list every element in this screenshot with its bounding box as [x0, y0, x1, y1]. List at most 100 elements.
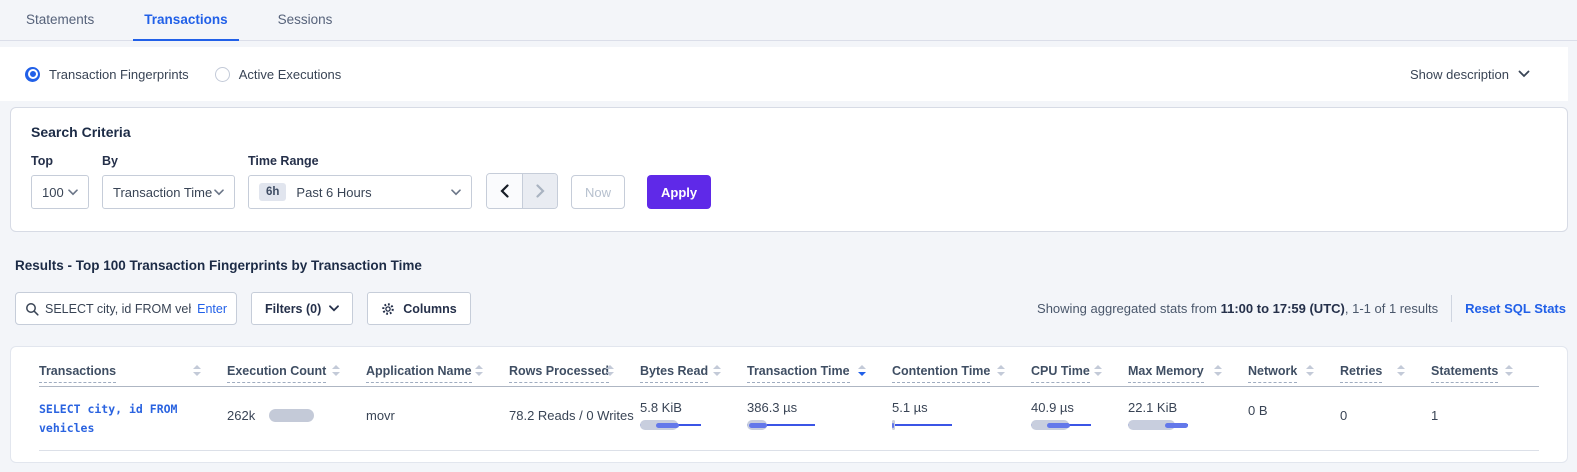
cell-cpu-time: 40.9 µs [1031, 387, 1128, 451]
time-range-select[interactable]: 6h Past 6 Hours [248, 175, 472, 209]
column-header-cpu-time[interactable]: CPU Time [1031, 347, 1128, 387]
sort-icon[interactable] [858, 365, 866, 376]
sort-icon[interactable] [1397, 365, 1405, 376]
search-criteria-title: Search Criteria [31, 124, 1547, 140]
results-toolbar: Enter Filters (0) Columns Showing aggreg… [15, 292, 1568, 325]
column-header-application-name[interactable]: Application Name [366, 347, 509, 387]
column-label: Bytes Read [640, 364, 708, 383]
max-memory-bar [1128, 420, 1200, 430]
sort-icon[interactable] [1505, 365, 1513, 376]
radio-label: Active Executions [239, 67, 342, 82]
column-header-transaction-time[interactable]: Transaction Time [747, 347, 892, 387]
column-label: Network [1248, 364, 1297, 383]
cell-transaction: SELECT city, id FROM vehicles [39, 387, 227, 451]
sort-icon[interactable] [997, 365, 1005, 376]
time-range-nav [486, 173, 558, 209]
search-input[interactable] [45, 302, 191, 316]
bytes-read-bar [640, 420, 712, 430]
column-header-bytes-read[interactable]: Bytes Read [640, 347, 747, 387]
sort-icon[interactable] [193, 365, 201, 376]
radio-icon [25, 67, 40, 82]
divider [1451, 295, 1452, 322]
table-header-row: Transactions Execution Count Application… [39, 347, 1539, 387]
cell-bytes-read: 5.8 KiB [640, 387, 747, 451]
column-header-contention-time[interactable]: Contention Time [892, 347, 1031, 387]
column-header-statements[interactable]: Statements [1431, 347, 1539, 387]
cell-statements: 1 [1431, 387, 1539, 451]
search-enter-hint[interactable]: Enter [197, 302, 227, 316]
column-label: Max Memory [1128, 364, 1204, 383]
sort-icon[interactable] [332, 365, 340, 376]
tab-sessions[interactable]: Sessions [267, 0, 344, 41]
statements-value: 1 [1431, 408, 1438, 423]
sort-icon[interactable] [1094, 365, 1102, 376]
column-label: Transactions [39, 364, 116, 383]
chevron-right-icon [536, 184, 545, 198]
apply-button[interactable]: Apply [647, 175, 711, 209]
cell-retries: 0 [1340, 387, 1431, 451]
column-label: Execution Count [227, 364, 326, 383]
sort-icon[interactable] [713, 365, 721, 376]
sort-icon[interactable] [475, 365, 483, 376]
column-header-max-memory[interactable]: Max Memory [1128, 347, 1248, 387]
search-box[interactable]: Enter [15, 292, 237, 325]
execution-count-value: 262k [227, 408, 255, 423]
top-select[interactable]: 100 [31, 175, 89, 209]
time-range-value: Past 6 Hours [296, 185, 371, 200]
tab-label: Transactions [144, 12, 227, 27]
top-value: 100 [42, 185, 64, 200]
show-description-label: Show description [1410, 67, 1509, 82]
chevron-left-icon [500, 184, 509, 198]
cell-rows-processed: 78.2 Reads / 0 Writes [509, 387, 640, 451]
by-value: Transaction Time [113, 185, 212, 200]
retries-value: 0 [1340, 408, 1347, 423]
radio-active-executions[interactable]: Active Executions [215, 67, 342, 82]
transaction-fingerprint-link[interactable]: SELECT city, id FROM vehicles [39, 400, 191, 438]
by-select[interactable]: Transaction Time [102, 175, 235, 209]
column-label: Transaction Time [747, 364, 850, 383]
transaction-time-bar [747, 420, 819, 430]
stats-suffix: , 1-1 of 1 results [1345, 301, 1438, 316]
column-label: CPU Time [1031, 364, 1090, 383]
cpu-time-bar [1031, 420, 1103, 430]
radio-transaction-fingerprints[interactable]: Transaction Fingerprints [25, 67, 189, 82]
stats-prefix: Showing aggregated stats from [1037, 301, 1221, 316]
results-heading: Results - Top 100 Transaction Fingerprin… [15, 258, 1577, 273]
next-time-range-button[interactable] [522, 174, 557, 208]
application-name-value: movr [366, 408, 395, 423]
column-header-network[interactable]: Network [1248, 347, 1340, 387]
show-description-toggle[interactable]: Show description [1410, 67, 1530, 82]
cell-network: 0 B [1248, 387, 1340, 451]
cell-transaction-time: 386.3 µs [747, 387, 892, 451]
column-label: Rows Processed [509, 364, 609, 383]
column-header-rows-processed[interactable]: Rows Processed [509, 347, 640, 387]
column-header-transactions[interactable]: Transactions [39, 347, 227, 387]
table-row: SELECT city, id FROM vehicles 262k movr … [39, 387, 1539, 451]
now-button[interactable]: Now [571, 175, 625, 209]
search-criteria-card: Search Criteria Top 100 By Transaction T… [10, 107, 1568, 232]
top-field: Top 100 [31, 154, 89, 209]
time-range-field: Time Range 6h Past 6 Hours [248, 154, 472, 209]
gear-icon [381, 302, 395, 316]
sort-icon[interactable] [1214, 365, 1222, 376]
column-header-execution-count[interactable]: Execution Count [227, 347, 366, 387]
sort-icon[interactable] [606, 365, 614, 376]
column-label: Statements [1431, 364, 1498, 383]
stats-area: Showing aggregated stats from 11:00 to 1… [1037, 295, 1568, 322]
sort-icon[interactable] [1306, 365, 1314, 376]
reset-sql-stats-link[interactable]: Reset SQL Stats [1465, 301, 1566, 316]
column-header-retries[interactable]: Retries [1340, 347, 1431, 387]
cell-max-memory: 22.1 KiB [1128, 387, 1248, 451]
tab-statements[interactable]: Statements [15, 0, 105, 41]
columns-button[interactable]: Columns [367, 292, 470, 325]
chevron-down-icon [329, 305, 339, 312]
tab-transactions[interactable]: Transactions [133, 0, 238, 41]
previous-time-range-button[interactable] [487, 174, 522, 208]
tab-label: Statements [26, 12, 94, 27]
filters-button[interactable]: Filters (0) [251, 292, 353, 325]
filters-label: Filters (0) [265, 302, 321, 316]
radio-icon [215, 67, 230, 82]
cell-contention-time: 5.1 µs [892, 387, 1031, 451]
max-memory-value: 22.1 KiB [1128, 400, 1248, 415]
time-range-label: Time Range [248, 154, 472, 168]
